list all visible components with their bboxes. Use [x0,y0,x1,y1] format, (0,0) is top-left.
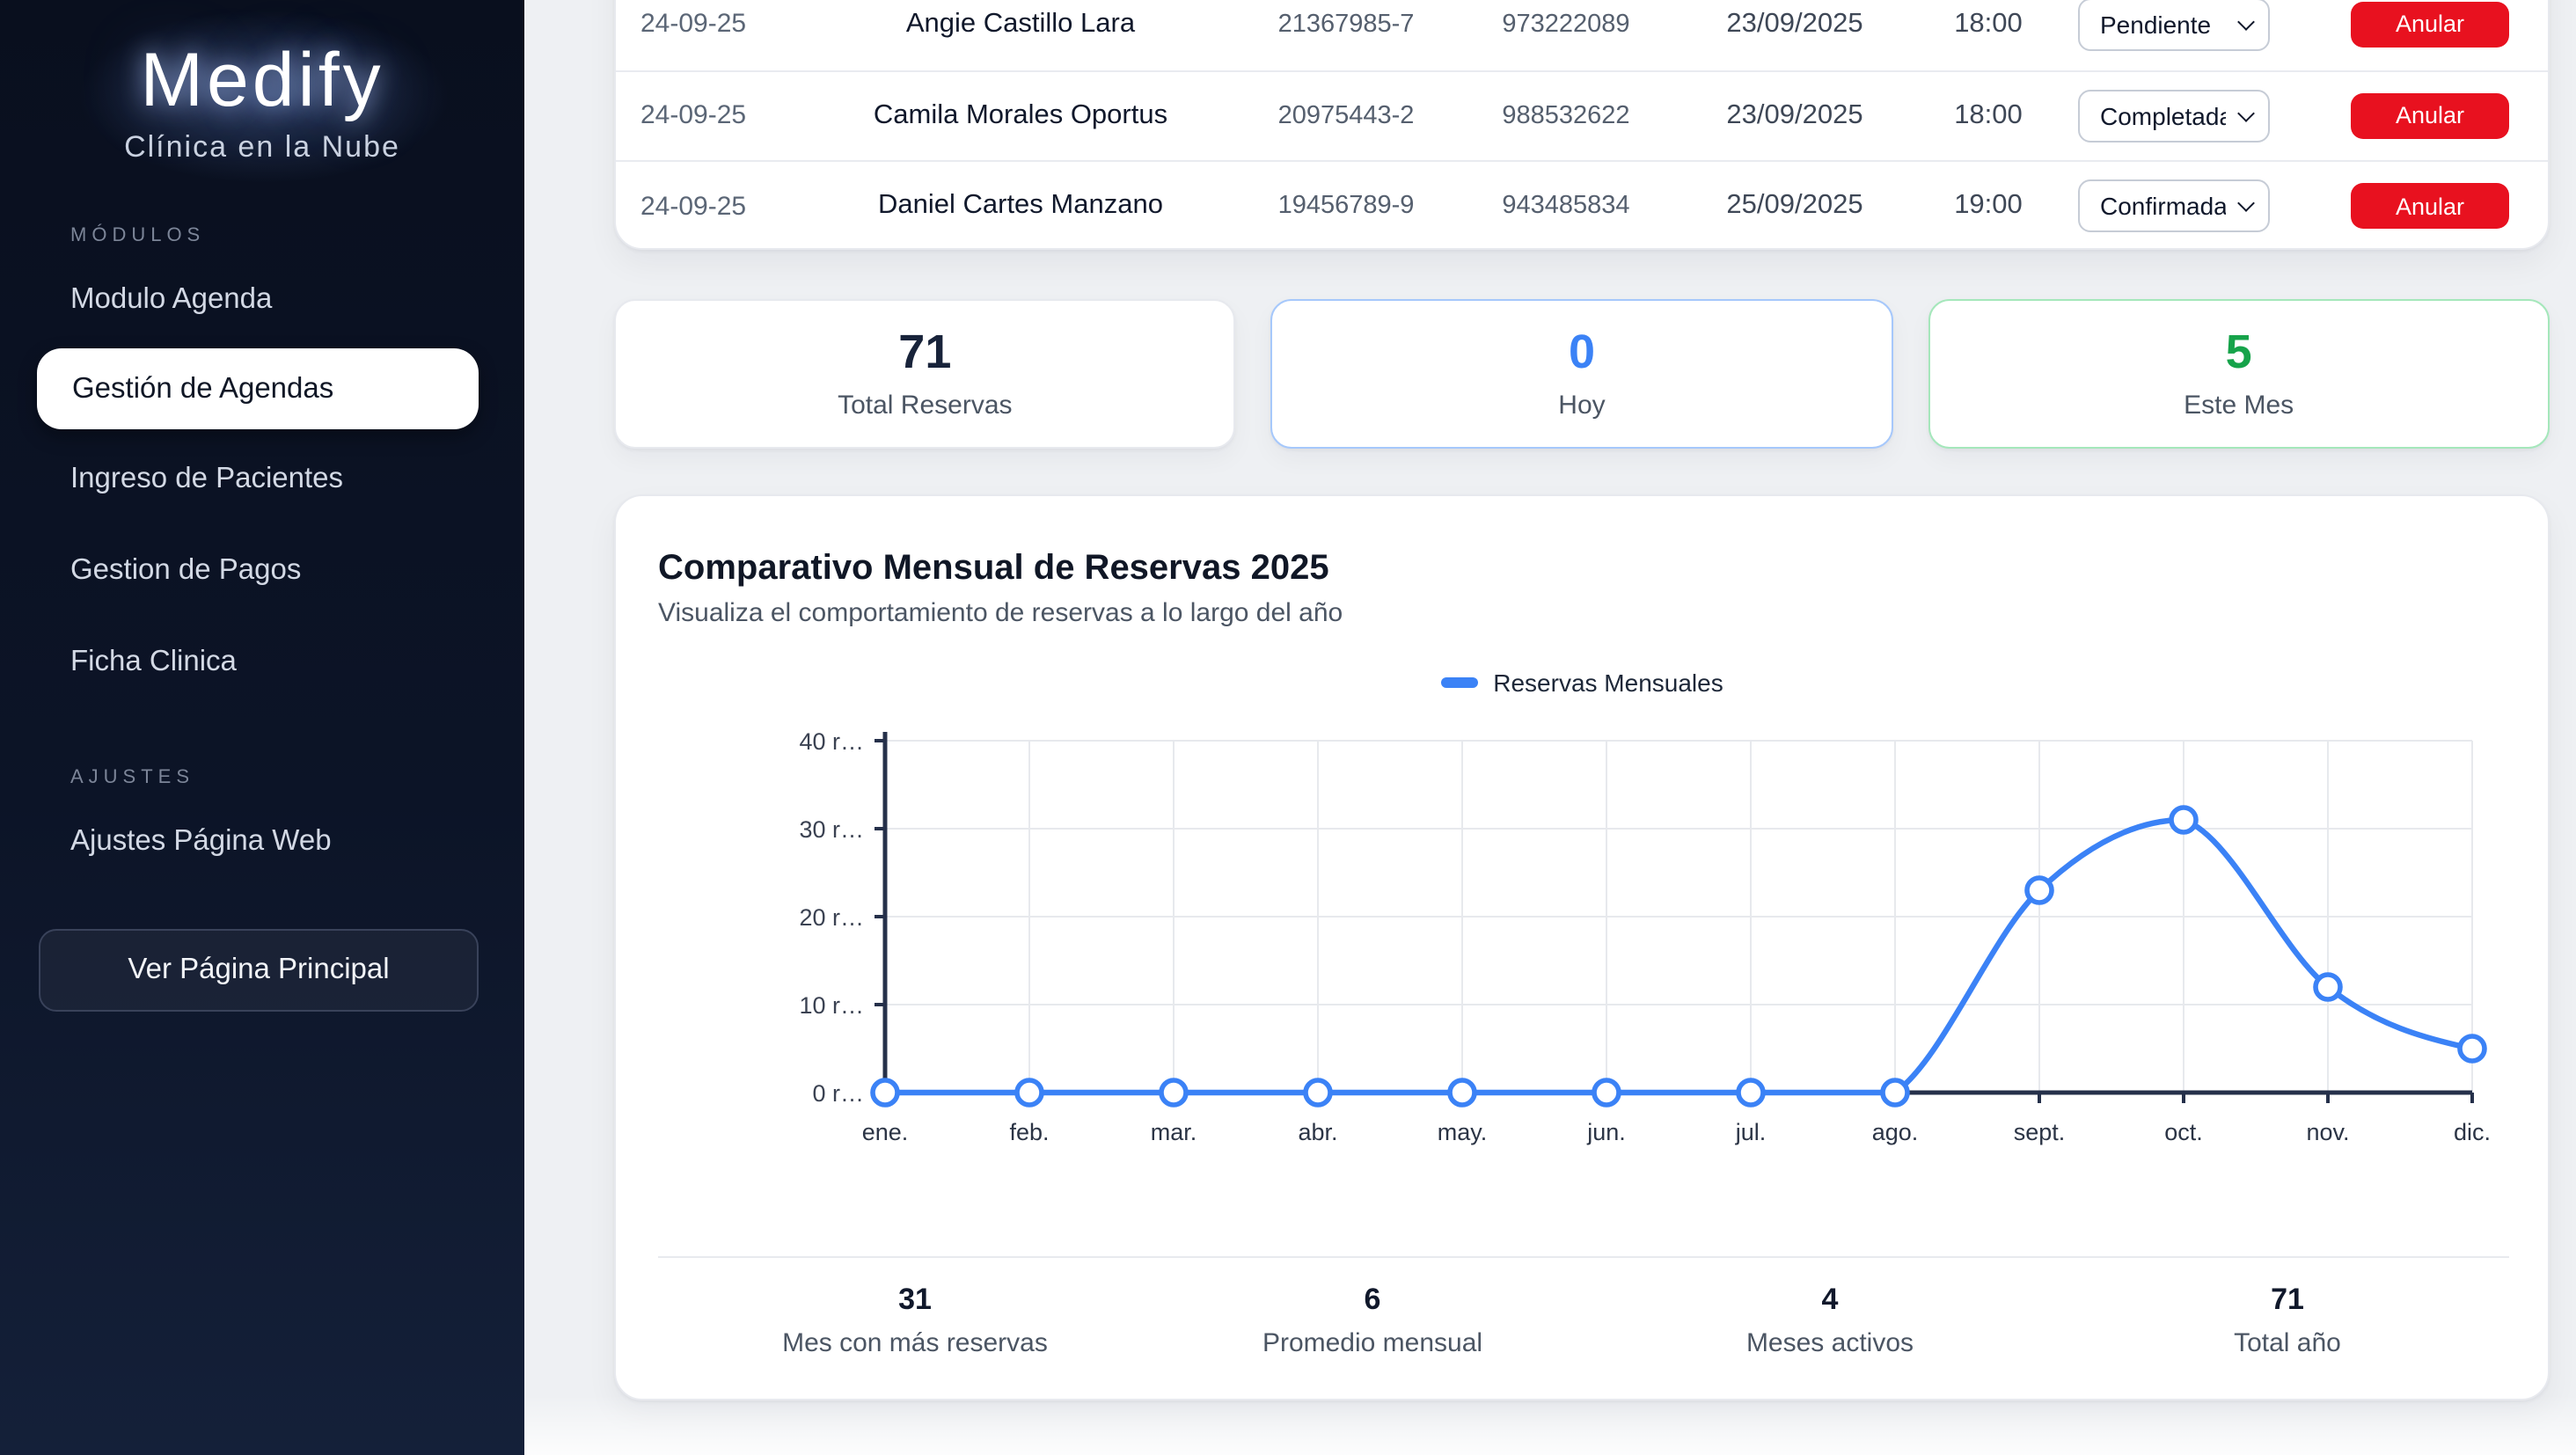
anular-button[interactable]: Anular [2351,184,2509,230]
svg-text:dic.: dic. [2454,1119,2491,1145]
section-label-ajustes: AJUSTES [70,767,493,788]
chart-card: Comparativo Mensual de Reservas 2025 Vis… [614,494,2550,1400]
sidebar-item-gestion-de-pagos[interactable]: Gestion de Pagos [0,524,524,616]
cell-telefono: 973222089 [1460,11,1672,39]
svg-text:feb.: feb. [1009,1119,1049,1145]
este-mes-value: 5 [2226,328,2252,376]
sidebar: Medify Clínica en la Nube MÓDULOS Modulo… [0,0,524,1455]
svg-text:abr.: abr. [1298,1119,1337,1145]
cell-telefono: 943485834 [1460,193,1672,221]
sidebar-item-gestion-de-agendas[interactable]: Gestión de Agendas [37,348,479,429]
anular-button[interactable]: Anular [2351,2,2509,48]
app-tagline: Clínica en la Nube [0,130,524,165]
svg-text:oct.: oct. [2164,1119,2203,1145]
reservas-chart-svg: 0 r… 10 r… 20 r… 30 r… 40 r… ene. feb. mar. abr.… [658,728,2509,1186]
ver-pagina-principal-button[interactable]: Ver Página Principal [39,929,479,1012]
chart-subtitle: Visualiza el comportamiento de reservas … [658,598,1343,628]
total-reservas-label: Total Reservas [838,390,1012,420]
svg-text:0 r…: 0 r… [812,1080,864,1107]
cell-fecha-cita: 23/09/2025 [1672,100,1918,132]
svg-text:20 r…: 20 r… [799,904,864,931]
footer-stat-promedio-mensual: 6 Promedio mensual [1144,1283,1601,1358]
chart-legend: Reservas Mensuales [616,669,2548,697]
cell-fecha-reserva: 24-09-25 [616,10,809,40]
chart-divider [658,1256,2509,1258]
table-row: 24-09-25 Angie Castillo Lara 21367985-7 … [616,0,2548,69]
reservas-table-body: 24-09-25 Angie Castillo Lara 21367985-7 … [616,0,2548,250]
cell-nombre-paciente: Angie Castillo Lara [809,9,1232,40]
svg-text:40 r…: 40 r… [799,728,864,755]
hoy-label: Hoy [1558,390,1605,420]
svg-text:ago.: ago. [1872,1119,1919,1145]
svg-text:nov.: nov. [2306,1119,2349,1145]
estado-select-wrap: PendienteConfirmadaCompletada [2077,0,2269,51]
sidebar-item-ingreso-de-pacientes[interactable]: Ingreso de Pacientes [0,433,524,524]
stats-row: 71 Total Reservas 0 Hoy 5 Este Mes [614,299,2550,449]
sidebar-item-ficha-clinica[interactable]: Ficha Clinica [0,616,524,707]
svg-text:mar.: mar. [1151,1119,1197,1145]
sidebar-item-ajustes-pagina-web[interactable]: Ajustes Página Web [0,795,524,887]
app-root: Medify Clínica en la Nube MÓDULOS Modulo… [0,0,2576,1455]
total-reservas-value: 71 [898,328,951,376]
cell-nombre-paciente: Daniel Cartes Manzano [809,191,1232,223]
footer-stat-meses-activos: 4 Meses activos [1601,1283,2059,1358]
main-content: 24-09-25 Angie Castillo Lara 21367985-7 … [524,0,2576,1455]
table-row: 24-09-25 Camila Morales Oportus 20975443… [616,69,2548,160]
stat-card-este-mes: 5 Este Mes [1928,299,2550,449]
svg-text:may.: may. [1438,1119,1488,1145]
cell-rut: 20975443-2 [1232,102,1460,130]
cell-hora: 18:00 [1918,100,2059,132]
anular-button[interactable]: Anular [2351,93,2509,139]
svg-text:30 r…: 30 r… [799,816,864,843]
estado-select[interactable]: PendienteConfirmadaCompletada [2077,0,2269,51]
legend-label: Reservas Mensuales [1493,669,1723,697]
cell-hora: 18:00 [1918,9,2059,40]
chart-title: Comparativo Mensual de Reservas 2025 [658,549,1329,589]
cell-fecha-reserva: 24-09-25 [616,101,809,131]
hoy-value: 0 [1569,328,1595,376]
footer-stat-total-ano: 71 Total año [2059,1283,2516,1358]
app-logo: Medify [0,39,524,125]
table-row: 24-09-25 Daniel Cartes Manzano 19456789-… [616,160,2548,250]
footer-stat-mes-mas-reservas: 31 Mes con más reservas [686,1283,1144,1358]
cell-hora: 19:00 [1918,191,2059,223]
bottom-fade [524,1395,2576,1455]
estado-select-wrap: PendienteConfirmadaCompletada [2077,180,2269,233]
cell-nombre-paciente: Camila Morales Oportus [809,100,1232,132]
cell-rut: 19456789-9 [1232,193,1460,221]
cell-telefono: 988532622 [1460,102,1672,130]
legend-dash-icon [1440,677,1477,688]
cell-fecha-cita: 25/09/2025 [1672,191,1918,223]
sidebar-item-modulo-agenda[interactable]: Modulo Agenda [0,253,524,345]
svg-text:10 r…: 10 r… [799,992,864,1019]
estado-select-wrap: PendienteConfirmadaCompletada [2077,90,2269,143]
svg-text:jul.: jul. [1735,1119,1767,1145]
svg-text:ene.: ene. [862,1119,909,1145]
svg-text:sept.: sept. [2014,1119,2066,1145]
reservas-table-card: 24-09-25 Angie Castillo Lara 21367985-7 … [614,0,2550,250]
cell-fecha-reserva: 24-09-25 [616,192,809,222]
chart-footer-stats: 31 Mes con más reservas 6 Promedio mensu… [686,1283,2516,1358]
estado-select[interactable]: PendienteConfirmadaCompletada [2077,180,2269,233]
stat-card-hoy: 0 Hoy [1271,299,1893,449]
estado-select[interactable]: PendienteConfirmadaCompletada [2077,90,2269,143]
este-mes-label: Este Mes [2184,390,2294,420]
svg-text:jun.: jun. [1586,1119,1626,1145]
stat-card-total-reservas: 71 Total Reservas [614,299,1236,449]
cell-fecha-cita: 23/09/2025 [1672,9,1918,40]
section-label-modulos: MÓDULOS [70,225,493,246]
cell-rut: 21367985-7 [1232,11,1460,39]
